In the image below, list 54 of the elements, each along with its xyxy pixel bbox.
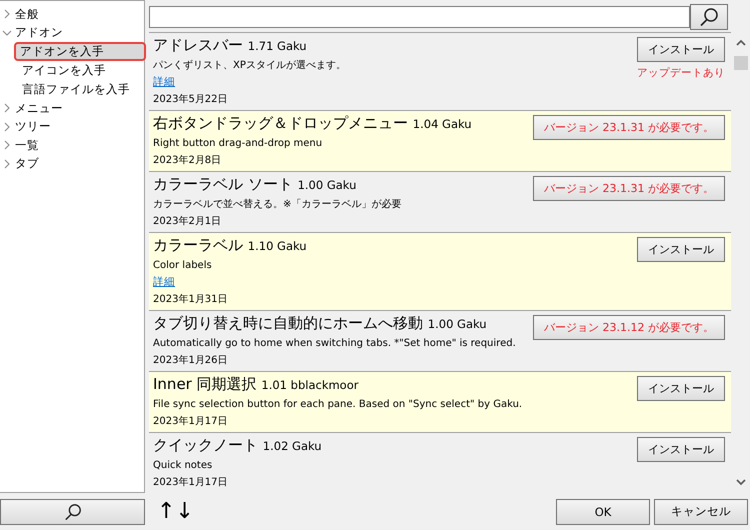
- addon-title: クイックノート 1.02 Gaku: [153, 435, 323, 456]
- install-button[interactable]: インストール: [637, 237, 725, 262]
- addon-date: 2023年5月22日: [153, 93, 229, 107]
- collapsed-caret-icon[interactable]: [2, 158, 12, 169]
- install-button[interactable]: インストール: [637, 437, 725, 462]
- tree-item[interactable]: ツリー: [15, 119, 51, 134]
- addon-description: カラーラベルで並べ替える。※「カラーラベル」が必要: [153, 198, 402, 212]
- update-available-label: アップデートあり: [637, 66, 725, 80]
- details-link[interactable]: 詳細: [153, 274, 175, 291]
- search-icon: [699, 7, 719, 27]
- cancel-button[interactable]: キャンセル: [654, 498, 748, 524]
- search-icon: [64, 502, 82, 520]
- collapsed-caret-icon[interactable]: [2, 122, 12, 132]
- tree-item[interactable]: タブ: [15, 156, 39, 172]
- details-link[interactable]: 詳細: [153, 74, 175, 91]
- addon-date: 2023年1月31日: [153, 293, 229, 307]
- version-required-button[interactable]: バージョン 23.1.31 が必要です。: [533, 176, 725, 201]
- expanded-caret-icon[interactable]: [2, 28, 12, 38]
- ok-button[interactable]: OK: [556, 498, 650, 524]
- tree-item[interactable]: 全般: [15, 6, 39, 22]
- collapsed-caret-icon[interactable]: [2, 103, 12, 114]
- addon-title: Inner 同期選択 1.01 bblackmoor: [153, 374, 360, 395]
- scrollbar-thumb[interactable]: [734, 56, 748, 70]
- tree-item[interactable]: メニュー: [15, 100, 63, 116]
- addon-title: カラーラベル 1.10 Gaku: [153, 235, 308, 256]
- addon-date: 2023年2月8日: [153, 154, 222, 168]
- addon-description: Automatically go to home when switching tabs. *"Set home" is required.: [153, 337, 517, 351]
- addon-date: 2023年2月1日: [153, 215, 222, 229]
- tree-item[interactable]: アイコンを入手: [16, 61, 108, 80]
- search-field[interactable]: [149, 6, 690, 28]
- collapsed-caret-icon[interactable]: [2, 9, 12, 20]
- addon-description: File sync selection button for each pane. Based on "Sync select" by Gaku.: [153, 398, 524, 412]
- addon-description: パンくずリスト、XPスタイルが選べます。: [153, 58, 347, 73]
- addon-description: Quick notes: [153, 459, 214, 473]
- addon-title: カラーラベル ソート 1.00 Gaku: [153, 174, 358, 195]
- addon-date: 2023年1月17日: [153, 415, 229, 429]
- tree-item[interactable]: 一覧: [15, 138, 39, 153]
- version-required-button[interactable]: バージョン 23.1.12 が必要です。: [533, 315, 725, 340]
- addon-title: アドレスバー 1.71 Gaku: [153, 35, 308, 56]
- sort-toggle[interactable]: ↑↓: [157, 499, 194, 524]
- addon-description: Right button drag-and-drop menu: [153, 137, 324, 151]
- addon-title: タブ切り替え時に自動的にホームへ移動 1.00 Gaku: [153, 313, 488, 334]
- collapsed-caret-icon[interactable]: [2, 140, 12, 150]
- addon-date: 2023年1月17日: [153, 476, 229, 490]
- install-button[interactable]: インストール: [637, 376, 725, 401]
- version-required-button[interactable]: バージョン 23.1.31 が必要です。: [533, 115, 725, 140]
- addon-date: 2023年1月26日: [153, 354, 229, 368]
- tree-item[interactable]: 言語ファイルを入手: [16, 80, 132, 99]
- install-button[interactable]: インストール: [637, 37, 725, 62]
- addon-description: Color labels: [153, 259, 213, 273]
- search-button[interactable]: [690, 4, 728, 30]
- tree-item[interactable]: アドオン: [15, 25, 63, 40]
- addon-title: 右ボタンドラッグ＆ドロップメニュー 1.04 Gaku: [153, 113, 473, 134]
- tree-item[interactable]: アドオンを入手: [14, 42, 146, 61]
